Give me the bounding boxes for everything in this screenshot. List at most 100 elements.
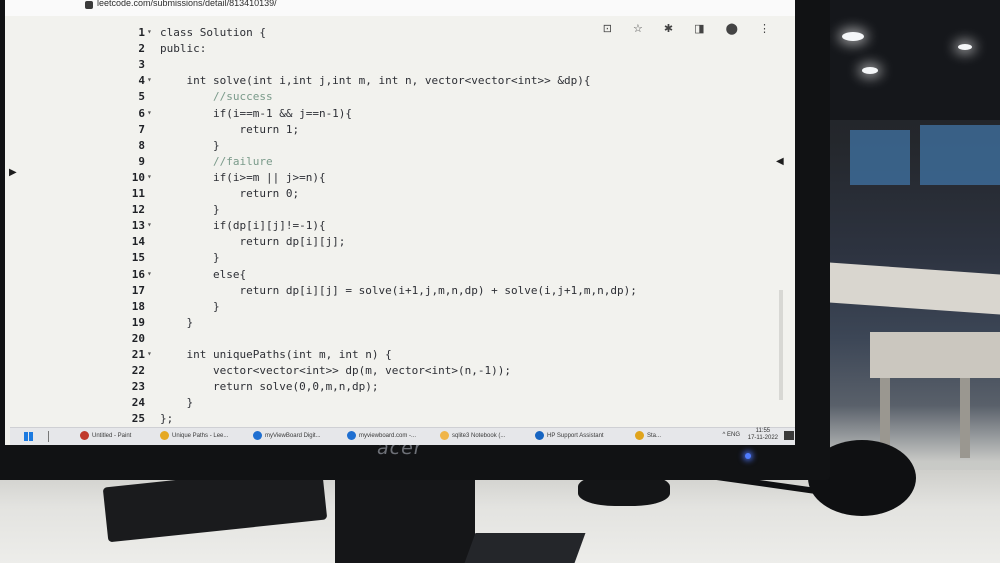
code-text: class Solution {: [160, 26, 266, 39]
app-icon: [440, 431, 449, 440]
taskbar-item-label: sqlite3 Notebook (...: [452, 433, 506, 440]
taskbar-item-label: myViewBoard Digit...: [265, 433, 321, 440]
code-text: return solve(0,0,m,n,dp);: [160, 380, 379, 394]
url-text[interactable]: leetcode.com/submissions/detail/81341013…: [97, 0, 277, 8]
code-text: }: [160, 396, 194, 410]
code-text: }: [160, 138, 220, 152]
fold-toggle-icon[interactable]: ▾: [147, 172, 152, 181]
monitor-stand-base: [464, 533, 586, 563]
code-text: }: [160, 315, 194, 329]
line-number: 9: [138, 154, 145, 168]
line-number: 3: [138, 58, 145, 72]
line-number: 14: [131, 235, 145, 249]
taskbar-item-label: Sta...: [647, 433, 662, 440]
office-desk: [870, 332, 1000, 378]
line-number: 22: [131, 364, 145, 378]
line-number: 6: [138, 106, 145, 120]
taskbar-item-label: myviewboard.com -...: [359, 433, 417, 440]
line-number: 4: [138, 74, 145, 88]
line-number: 12: [131, 203, 145, 217]
app-icon: [347, 431, 356, 440]
desk-leg: [960, 378, 970, 458]
code-text: return dp[i][j];: [160, 235, 346, 249]
clock-time: 11:55: [755, 428, 771, 434]
fold-toggle-icon[interactable]: ▾: [147, 27, 152, 36]
line-number: 20: [131, 331, 145, 345]
fold-toggle-icon[interactable]: ▾: [147, 108, 152, 117]
code-text: }: [160, 251, 220, 265]
screen: leetcode.com/submissions/detail/81341013…: [5, 0, 795, 445]
line-number: 16: [131, 267, 145, 281]
ceiling-light: [958, 44, 972, 50]
line-number: 23: [131, 380, 145, 394]
code-text: else{: [160, 267, 247, 281]
code-text: if(dp[i][j]!=-1){: [160, 219, 326, 233]
office-window: [920, 125, 1000, 185]
code-text: }: [160, 203, 220, 217]
app-icon: [253, 431, 262, 440]
editor-scrollbar[interactable]: [779, 290, 783, 400]
line-number: 17: [131, 283, 145, 297]
app-icon: [635, 431, 644, 440]
ceiling-light: [842, 32, 864, 41]
monitor-stand: [335, 478, 475, 563]
clock-date: 17-11-2022: [747, 435, 778, 441]
app-icon: [160, 431, 169, 440]
line-number: 5: [138, 90, 145, 104]
windows-start-icon[interactable]: [24, 432, 33, 441]
line-number: 19: [131, 315, 145, 329]
desk-leg: [880, 378, 890, 448]
left-panel-toggle-icon[interactable]: ▶: [9, 167, 17, 178]
fold-toggle-icon[interactable]: ▾: [147, 269, 152, 278]
fold-toggle-icon[interactable]: ▾: [147, 349, 152, 358]
app-icon: [535, 431, 544, 440]
lock-icon: [85, 1, 93, 9]
line-number: 25: [131, 412, 145, 426]
taskbar: Untitled - Paint Unique Paths - Lee... myV…: [10, 427, 795, 445]
code-text: }: [160, 299, 220, 313]
fold-toggle-icon[interactable]: ▾: [147, 220, 152, 229]
line-number: 7: [138, 122, 145, 136]
taskbar-item-label: Untitled - Paint: [92, 433, 132, 440]
taskbar-item[interactable]: sqlite3 Notebook (...: [440, 431, 505, 440]
line-number: 24: [131, 396, 145, 410]
search-divider: [48, 431, 49, 442]
app-icon: [80, 431, 89, 440]
right-panel-toggle-icon[interactable]: ◀: [776, 156, 784, 167]
browser-toolbar-icons[interactable]: ⊡ ☆ ✱ ◨ ⬤ ⋮: [603, 22, 779, 35]
taskbar-item-label: Unique Paths - Lee...: [172, 433, 229, 440]
line-number: 15: [131, 251, 145, 265]
code-text: int solve(int i,int j,int m, int n, vect…: [160, 74, 591, 88]
taskbar-item[interactable]: myviewboard.com -...: [347, 431, 416, 440]
line-number: 1: [138, 26, 145, 39]
ceiling-light: [862, 67, 878, 74]
clock[interactable]: 11:55 17-11-2022: [748, 428, 778, 442]
line-number: 8: [138, 138, 145, 152]
code-text: };: [160, 412, 174, 426]
code-text: public:: [160, 42, 207, 56]
taskbar-item[interactable]: Untitled - Paint: [80, 431, 131, 440]
line-number: 2: [138, 42, 145, 56]
line-number: 21: [131, 348, 145, 361]
notification-icon[interactable]: [784, 431, 794, 440]
fold-toggle-icon[interactable]: ▾: [147, 75, 152, 84]
ceiling-panel: [830, 0, 1000, 120]
taskbar-item[interactable]: Unique Paths - Lee...: [160, 431, 228, 440]
code-text: return dp[i][j] = solve(i+1,j,m,n,dp) + …: [160, 283, 637, 297]
code-text: //success: [160, 90, 273, 104]
taskbar-item-label: HP Support Assistant: [547, 433, 604, 440]
code-text: if(i==m-1 && j==n-1){: [160, 106, 353, 120]
code-text: return 0;: [160, 187, 300, 200]
office-window: [850, 130, 910, 185]
code-text: //failure: [160, 154, 273, 168]
office-desk: [815, 261, 1000, 315]
taskbar-item[interactable]: HP Support Assistant: [535, 431, 604, 440]
system-tray[interactable]: ^ ENG: [723, 432, 740, 438]
taskbar-item[interactable]: myViewBoard Digit...: [253, 431, 321, 440]
taskbar-item[interactable]: Sta...: [635, 431, 661, 440]
line-number: 10: [131, 170, 145, 184]
code-text: if(i>=m || j>=n){: [160, 170, 326, 184]
code-text: int uniquePaths(int m, int n) {: [160, 348, 392, 361]
address-bar[interactable]: leetcode.com/submissions/detail/81341013…: [5, 0, 795, 16]
code-text: return 1;: [160, 122, 300, 136]
